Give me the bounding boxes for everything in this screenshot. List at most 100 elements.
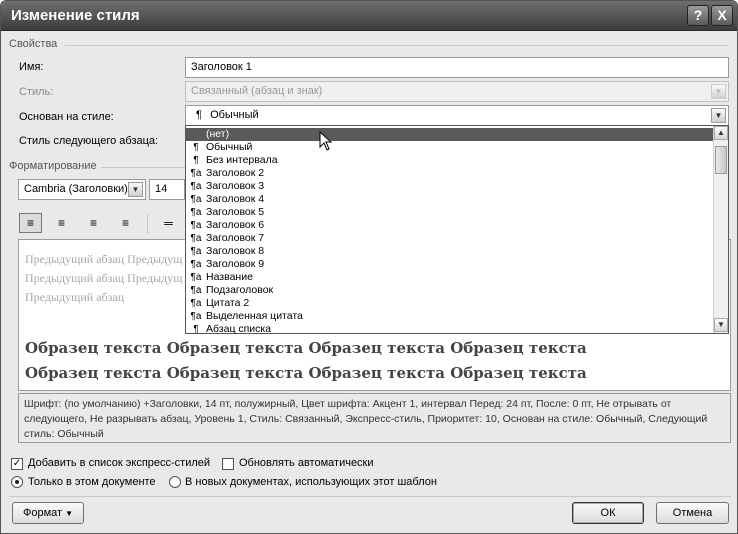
auto-update-checkbox[interactable] [222,458,234,470]
based-on-select[interactable]: ¶ Обычный ▼ [185,105,729,126]
new-documents-label: В новых документах, использующих этот ша… [185,476,437,488]
bottom-separator [9,496,731,497]
dropdown-item[interactable]: ¶ Без интервала [186,154,714,167]
linked-style-icon: ¶a [190,168,202,179]
linked-style-icon: ¶a [190,246,202,257]
style-description: Шрифт: (по умолчанию) +Заголовки, 14 пт,… [18,393,731,443]
sample-text-line: Образец текста Образец текста Образец те… [25,339,587,357]
previous-paragraph-line: Предыдущий абзац [25,290,125,304]
sample-text-line: Образец текста Образец текста Образец те… [25,364,587,382]
linked-style-icon: ¶a [190,194,202,205]
paragraph-icon: ¶ [193,324,199,335]
title-bar: Изменение стиля ? X [1,1,737,31]
dropdown-item[interactable]: ¶a Заголовок 3 [186,180,714,193]
new-documents-radio[interactable] [169,476,181,488]
paragraph-icon: ¶ [196,109,202,121]
previous-paragraph-line: Предыдущий абзац Предыдущ [25,271,183,285]
align-justify-icon[interactable]: ≡ [114,213,137,233]
chevron-down-icon: ▼ [65,509,74,518]
paragraph-icon: ¶ [193,142,199,153]
linked-style-icon: ¶a [190,311,202,322]
dropdown-item[interactable]: ¶a Заголовок 5 [186,206,714,219]
linked-style-icon: ¶a [190,298,202,309]
previous-paragraph-line: Предыдущий абзац Предыдущ [25,252,183,266]
dialog-title: Изменение стиля [11,7,140,24]
formatting-separator [101,167,185,168]
align-left-icon[interactable]: ≡ [19,213,42,233]
modify-style-dialog: Изменение стиля ? X Свойства Имя: Заголо… [0,0,738,534]
dropdown-item[interactable]: ¶ Обычный [186,141,714,154]
help-button[interactable]: ? [687,5,709,26]
based-on-value: Обычный [210,109,259,121]
dropdown-item-label: Название [206,271,253,283]
style-type-label: Стиль: [19,86,54,98]
line-spacing-icon[interactable]: ═ [157,213,180,233]
font-select[interactable]: Cambria (Заголовки) ▼ [18,179,146,200]
paragraph-icon: ¶ [193,155,199,166]
dropdown-item-label: Заголовок 3 [206,180,265,192]
dropdown-item[interactable]: ¶a Заголовок 6 [186,219,714,232]
linked-style-icon: ¶a [190,233,202,244]
chevron-down-icon: ▼ [711,84,726,99]
name-input[interactable]: Заголовок 1 [185,57,729,78]
dropdown-item[interactable]: ¶a Цитата 2 [186,297,714,310]
dropdown-item-label: Заголовок 6 [206,219,265,231]
dropdown-item[interactable]: (нет) [186,128,714,141]
properties-group-label: Свойства [9,38,58,50]
dropdown-item[interactable]: ¶ Абзац списка [186,323,714,336]
linked-style-icon: ¶a [190,207,202,218]
formatting-group-label: Форматирование [9,160,97,172]
dropdown-item-label: Выделенная цитата [206,310,303,322]
toolbar-divider [147,214,148,234]
next-style-label: Стиль следующего абзаца: [19,135,159,147]
dropdown-item[interactable]: ¶a Выделенная цитата [186,310,714,323]
font-value: Cambria (Заголовки) [24,183,128,195]
align-center-icon[interactable]: ≡ [50,213,73,233]
ok-button[interactable]: ОК [572,502,644,524]
chevron-down-icon[interactable]: ▼ [711,108,726,123]
format-button[interactable]: Формат ▼ [12,502,84,524]
dropdown-item-label: Цитата 2 [206,297,250,309]
only-this-document-label: Только в этом документе [28,476,156,488]
chevron-down-icon[interactable]: ▼ [128,182,143,197]
dropdown-item[interactable]: ¶a Заголовок 9 [186,258,714,271]
dropdown-scrollbar[interactable]: ▲ ▼ [713,126,728,333]
dropdown-item-label: Без интервала [206,154,278,166]
format-button-label: Формат [22,507,63,519]
mouse-pointer-icon [319,131,333,151]
close-button[interactable]: X [711,5,733,26]
only-this-document-radio[interactable] [11,476,23,488]
dropdown-item-label: Заголовок 8 [206,245,265,257]
dropdown-item[interactable]: ¶a Подзаголовок [186,284,714,297]
dropdown-item-label: Заголовок 2 [206,167,265,179]
dropdown-item[interactable]: ¶a Заголовок 4 [186,193,714,206]
linked-style-icon: ¶a [190,272,202,283]
font-size-select[interactable]: 14 [149,179,185,200]
dropdown-item-label: Абзац списка [206,323,272,335]
scroll-up-icon[interactable]: ▲ [714,126,728,140]
scroll-down-icon[interactable]: ▼ [714,318,728,332]
dropdown-item-label: Заголовок 5 [206,206,265,218]
dropdown-item-label: Заголовок 7 [206,232,265,244]
dropdown-item-label: Заголовок 9 [206,258,265,270]
auto-update-label: Обновлять автоматически [239,457,374,469]
add-quick-styles-checkbox[interactable]: ✓ [11,458,23,470]
linked-style-icon: ¶a [190,285,202,296]
dropdown-item-label: Подзаголовок [206,284,274,296]
dropdown-item-label: Заголовок 4 [206,193,265,205]
style-type-select: Связанный (абзац и знак) ▼ [185,81,729,102]
based-on-dropdown-list[interactable]: (нет) ¶ Обычный ¶ Без интервала ¶a Заголовок 2… [185,125,729,336]
dropdown-item-label: (нет) [206,128,230,140]
style-type-value: Связанный (абзац и знак) [191,85,323,97]
based-on-label: Основан на стиле: [19,111,114,123]
dropdown-item[interactable]: ¶a Название [186,271,714,284]
align-right-icon[interactable]: ≡ [82,213,105,233]
dropdown-item[interactable]: ¶a Заголовок 8 [186,245,714,258]
scroll-thumb[interactable] [715,146,727,174]
dropdown-item[interactable]: ¶a Заголовок 2 [186,167,714,180]
dropdown-item[interactable]: ¶a Заголовок 7 [186,232,714,245]
properties-separator [65,45,729,46]
linked-style-icon: ¶a [190,181,202,192]
cancel-button[interactable]: Отмена [656,502,729,524]
add-quick-styles-label: Добавить в список экспресс-стилей [28,457,211,469]
